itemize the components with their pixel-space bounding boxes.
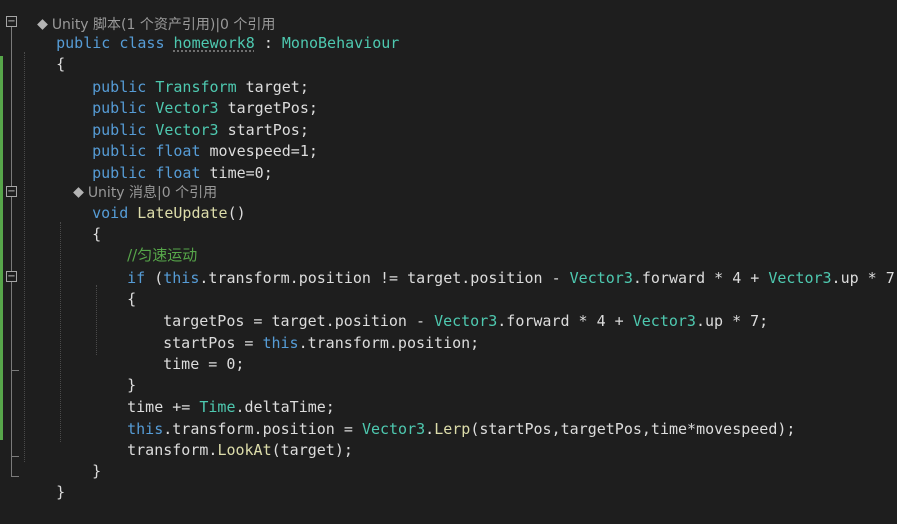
type-name: Vector3 — [632, 312, 696, 330]
codelens-method-references[interactable]: Unity 消息|0 个引用 — [56, 162, 217, 201]
indent-guide-1 — [24, 52, 25, 462]
code-line-if[interactable]: if (this.transform.position != target.po… — [91, 247, 897, 287]
code-line-field-targetpos[interactable]: public Vector3 targetPos; — [56, 77, 318, 117]
code-line-lookat[interactable]: transform.LookAt(target); — [91, 419, 353, 459]
outline-end-method — [11, 456, 19, 457]
base-class-name: MonoBehaviour — [281, 34, 400, 52]
colon-separator: : — [254, 34, 282, 52]
fold-toggle-class[interactable]: − — [6, 16, 17, 27]
change-indicator-bar — [0, 56, 3, 440]
method-name: LateUpdate — [137, 204, 228, 222]
type-name: Vector3 — [768, 269, 832, 287]
brace: } — [92, 462, 102, 480]
code-fragment: time = 0; — [163, 355, 245, 373]
code-line-field-target[interactable]: public Transform target; — [56, 56, 309, 96]
code-line-assign-targetpos[interactable]: targetPos = target.position - Vector3.fo… — [127, 290, 768, 330]
outline-end-class — [11, 476, 19, 477]
code-line-close-brace-method[interactable]: } — [56, 440, 101, 480]
outline-line-if — [11, 285, 12, 371]
code-fragment: .up * 7; — [695, 312, 769, 330]
code-fragment: .transform.position; — [298, 334, 480, 352]
code-line-field-movespeed[interactable]: public float movespeed=1; — [56, 120, 318, 160]
code-line-lerp[interactable]: this.transform.position = Vector3.Lerp(s… — [91, 398, 795, 438]
code-line-assign-startpos[interactable]: startPos = this.transform.position; — [127, 312, 479, 352]
brace: } — [56, 483, 66, 501]
code-line-field-startpos[interactable]: public Vector3 startPos; — [56, 99, 309, 139]
type-name: Vector3 — [569, 269, 633, 287]
class-name: homework8 — [173, 34, 255, 52]
type-name: Vector3 — [361, 420, 426, 438]
code-fragment: (target); — [271, 441, 353, 459]
outline-end-if — [11, 370, 19, 371]
code-line-open-brace-method[interactable]: { — [56, 203, 101, 243]
code-fragment: .forward * 4 + — [497, 312, 633, 330]
keyword-class: class — [119, 34, 165, 52]
code-line-field-time[interactable]: public float time=0; — [56, 142, 273, 182]
code-line-time-increment[interactable]: time += Time.deltaTime; — [91, 376, 335, 416]
code-line-class-decl[interactable]: public class homework8 : MonoBehaviour — [20, 12, 399, 52]
code-fragment: .up * 7) — [831, 269, 897, 287]
code-fragment: .transform.position != target.position - — [199, 269, 570, 287]
code-line-open-brace-class[interactable]: { — [20, 33, 65, 73]
parens: () — [227, 204, 246, 222]
code-line-method-decl[interactable]: void LateUpdate() — [56, 182, 246, 222]
code-fragment: transform. — [127, 441, 218, 459]
code-fragment: ( — [145, 269, 164, 287]
code-line-comment[interactable]: //匀速运动 — [91, 224, 197, 264]
code-fragment: .forward * 4 + — [632, 269, 769, 287]
method-call: Lerp — [434, 420, 471, 438]
method-call: LookAt — [217, 441, 272, 459]
code-line-close-brace-if[interactable]: } — [91, 354, 136, 394]
keyword-this: this — [262, 334, 299, 352]
code-line-assign-time[interactable]: time = 0; — [127, 333, 244, 373]
code-line-close-brace-class[interactable]: } — [20, 461, 65, 501]
keyword-this: this — [163, 269, 200, 287]
fold-toggle-if[interactable]: − — [6, 271, 17, 282]
outlining-margin: − − − — [6, 15, 20, 491]
fold-toggle-method[interactable]: − — [6, 186, 17, 197]
code-fragment: (startPos,targetPos,time*movespeed); — [470, 420, 796, 438]
code-line-open-brace-if[interactable]: { — [91, 268, 136, 308]
code-fragment: . — [425, 420, 435, 438]
code-editor[interactable]: − − − Unity 脚本(1 个资产引用)|0 个引用 public cla… — [0, 0, 897, 501]
